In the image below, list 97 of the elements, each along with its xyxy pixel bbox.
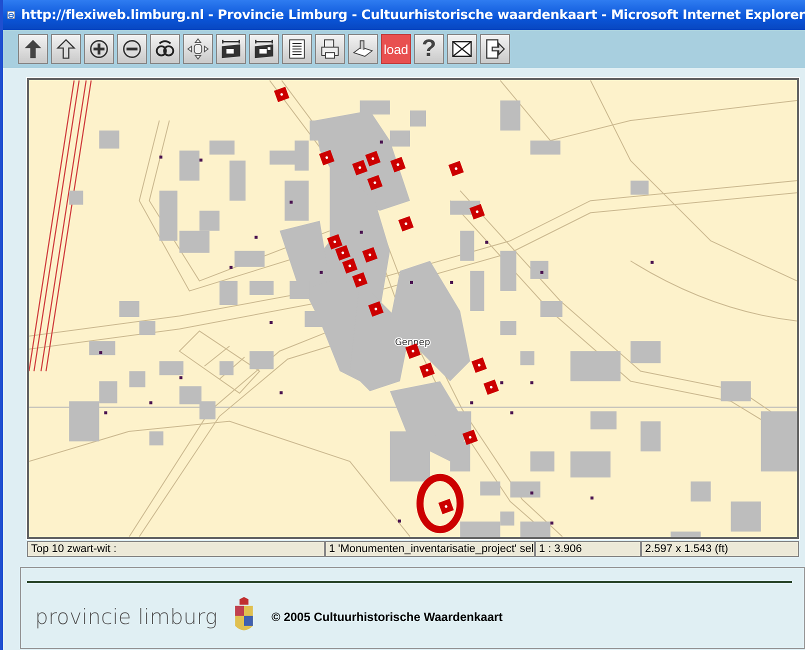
document-icon [286, 38, 308, 60]
place-label: Gennep [394, 338, 430, 348]
building [570, 351, 621, 382]
building [500, 250, 516, 291]
building [129, 371, 146, 388]
status-bar-field: 1 : 3.906 [535, 541, 641, 557]
monument-marker[interactable] [319, 150, 334, 166]
building [630, 180, 649, 195]
building [209, 140, 235, 155]
zoom-out-button[interactable] [117, 34, 147, 64]
zoom-in-button[interactable] [84, 34, 114, 64]
measure-m-icon [220, 38, 242, 60]
exit-button[interactable] [480, 34, 510, 64]
envelope-button[interactable] [447, 34, 477, 64]
monument-marker[interactable] [365, 150, 381, 166]
building [520, 522, 550, 537]
building [500, 100, 520, 131]
monument-marker[interactable] [367, 174, 383, 190]
highlight-circle [416, 474, 464, 534]
building [220, 361, 234, 376]
outline-arrow-button[interactable] [51, 34, 81, 64]
building [630, 341, 661, 364]
building [89, 341, 116, 356]
outline-arrow-icon [55, 38, 77, 60]
building [159, 190, 178, 241]
building [139, 321, 156, 336]
monument-marker[interactable] [368, 301, 384, 317]
building [119, 300, 140, 318]
zoom-in-icon [88, 38, 110, 60]
building [149, 431, 164, 446]
pan-hand-icon [187, 38, 209, 60]
measure-area-button[interactable] [249, 34, 279, 64]
monument-marker[interactable] [419, 362, 435, 378]
building [179, 386, 202, 404]
building [234, 250, 265, 267]
monument-marker[interactable] [448, 160, 464, 176]
monument-marker[interactable] [352, 272, 368, 288]
select-arrow-icon [22, 38, 44, 60]
building [179, 150, 200, 181]
map-layers-button[interactable] [348, 34, 378, 64]
document-button[interactable] [282, 34, 312, 64]
building [159, 361, 184, 376]
print-icon [319, 38, 341, 60]
building [500, 321, 516, 336]
building [250, 280, 274, 295]
building [570, 451, 611, 478]
building [670, 532, 701, 537]
load-button[interactable]: load [381, 34, 411, 64]
pan-hand-button[interactable] [183, 34, 213, 64]
building [530, 451, 554, 472]
measure-area-icon [253, 38, 275, 60]
copyright-text: © 2005 Cultuurhistorische Waardenkaart [272, 610, 503, 624]
monument-marker[interactable] [327, 234, 342, 250]
building [530, 260, 548, 279]
rotate-button[interactable] [150, 34, 180, 64]
map-layers-icon [352, 38, 374, 60]
monument-marker[interactable] [484, 380, 499, 395]
building [730, 502, 761, 532]
building [530, 140, 560, 155]
building [760, 411, 797, 472]
building [69, 190, 84, 205]
building [230, 160, 246, 201]
building [510, 481, 540, 498]
status-bar-field: Top 10 zwart-wit : [27, 541, 325, 557]
building [720, 381, 751, 402]
monument-marker[interactable] [362, 247, 378, 263]
building [520, 351, 534, 366]
monument-marker[interactable] [471, 357, 487, 373]
monument-marker[interactable] [390, 156, 406, 172]
print-button[interactable] [315, 34, 345, 64]
logo-text: provincie limburg [35, 605, 218, 629]
building [220, 280, 238, 305]
monument-marker[interactable] [398, 216, 414, 232]
building [590, 411, 617, 430]
select-arrow-button[interactable] [18, 34, 48, 64]
building [480, 481, 500, 496]
help-button[interactable]: ? [414, 34, 444, 64]
zoom-out-icon [121, 38, 143, 60]
building [99, 130, 120, 149]
envelope-icon [451, 38, 473, 60]
monument-marker[interactable] [438, 498, 454, 514]
building [250, 351, 274, 370]
exit-icon [484, 38, 506, 60]
monument-marker[interactable] [342, 258, 358, 274]
monument-marker[interactable] [469, 204, 485, 220]
building [690, 481, 711, 502]
monument-marker[interactable] [335, 245, 351, 261]
status-bar-field: 1 'Monumenten_inventarisatie_project' sel [325, 541, 535, 557]
building [540, 300, 562, 318]
monument-marker[interactable] [352, 160, 368, 176]
building [640, 421, 661, 452]
window-title: http://flexiweb.limburg.nl - Provincie Limburg - Cultuurhistorische waardenkaart - Microsoft Internet Explorer [21, 8, 805, 22]
monument-marker[interactable] [274, 86, 290, 102]
monument-marker[interactable] [462, 430, 478, 446]
measure-m-button[interactable] [216, 34, 246, 64]
building [199, 401, 216, 420]
status-bar-field: 2.597 x 1.543 (ft) [641, 541, 799, 557]
